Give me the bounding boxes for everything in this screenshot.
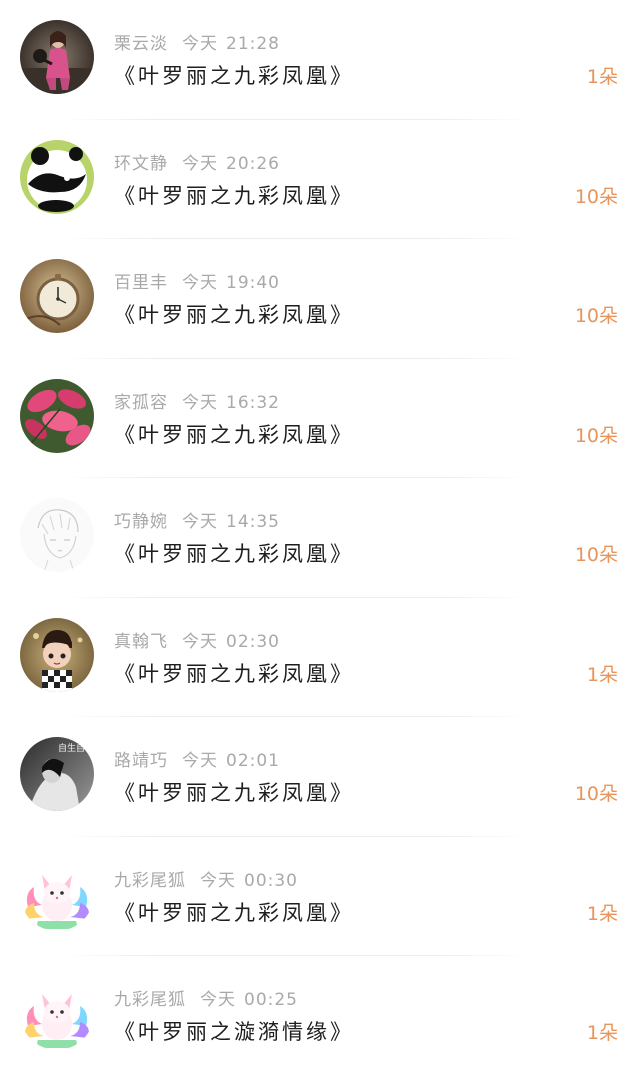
book-title[interactable]: 《叶罗丽之九彩凤凰》: [114, 897, 354, 927]
sender-name[interactable]: 真翰飞: [114, 632, 168, 652]
time-label: 02:30: [226, 631, 280, 652]
date-label: 今天: [182, 751, 218, 771]
item-meta: 九彩尾狐 今天 00:30: [114, 866, 298, 891]
sender-name[interactable]: 家孤容: [114, 393, 168, 413]
flower-count: 1朵: [586, 902, 618, 925]
item-meta: 巧静婉 今天 14:35: [114, 507, 280, 532]
list-item[interactable]: 环文静 今天 20:26 《叶罗丽之九彩凤凰》 10朵: [0, 120, 640, 239]
book-title[interactable]: 《叶罗丽之九彩凤凰》: [114, 658, 354, 688]
sender-name[interactable]: 九彩尾狐: [114, 990, 186, 1010]
book-title[interactable]: 《叶罗丽之漩漪情缘》: [114, 1016, 354, 1046]
rainbow-fox-avatar[interactable]: [20, 976, 94, 1050]
list-item[interactable]: 九彩尾狐 今天 00:30 《叶罗丽之九彩凤凰》 1朵: [0, 837, 640, 956]
flower-count: 1朵: [586, 1022, 618, 1044]
list-item[interactable]: 真翰飞 今天 02:30 《叶罗丽之九彩凤凰》 1朵: [0, 598, 640, 717]
time-label: 20:26: [226, 153, 280, 174]
panda-avatar[interactable]: [20, 139, 94, 214]
item-meta: 百里丰 今天 19:40: [114, 268, 280, 293]
flower-count: 1朵: [586, 663, 618, 686]
date-label: 今天: [182, 34, 218, 54]
time-label: 02:01: [226, 751, 280, 771]
sender-name[interactable]: 九彩尾狐: [114, 871, 186, 891]
flower-count: 10朵: [574, 185, 618, 208]
item-meta: 真翰飞 今天 02:30: [114, 627, 280, 652]
sketch-boy-avatar[interactable]: [20, 498, 94, 572]
rainbow-fox-avatar[interactable]: [20, 856, 94, 931]
time-label: 19:40: [226, 273, 280, 293]
cartoon-boy-avatar[interactable]: [20, 617, 94, 692]
avatar-caption: 自生自: [58, 742, 85, 754]
list-item[interactable]: 栗云淡 今天 21:28 《叶罗丽之九彩凤凰》 1朵: [0, 0, 640, 120]
flower-count: 10朵: [574, 783, 618, 805]
book-title[interactable]: 《叶罗丽之九彩凤凰》: [114, 419, 354, 449]
flower-count: 10朵: [574, 424, 618, 447]
list-item[interactable]: 百里丰 今天 19:40 《叶罗丽之九彩凤凰》 10朵: [0, 239, 640, 359]
item-meta: 九彩尾狐 今天 00:25: [114, 985, 298, 1010]
sender-name[interactable]: 栗云淡: [114, 34, 168, 54]
book-title[interactable]: 《叶罗丽之九彩凤凰》: [114, 299, 354, 329]
date-label: 今天: [182, 631, 218, 652]
time-label: 16:32: [226, 392, 280, 413]
sender-name[interactable]: 巧静婉: [114, 512, 168, 532]
flower-count: 10朵: [574, 305, 618, 327]
date-label: 今天: [182, 392, 218, 413]
book-title[interactable]: 《叶罗丽之九彩凤凰》: [114, 60, 354, 90]
bw-photo-avatar[interactable]: 自生自: [20, 737, 94, 811]
time-label: 00:30: [244, 870, 298, 891]
item-meta: 家孤容 今天 16:32: [114, 388, 280, 413]
item-meta: 路靖巧 今天 02:01: [114, 746, 280, 771]
date-label: 今天: [200, 870, 236, 891]
time-label: 21:28: [226, 34, 280, 54]
list-item[interactable]: 家孤容 今天 16:32 《叶罗丽之九彩凤凰》 10朵: [0, 359, 640, 478]
list-item[interactable]: 九彩尾狐 今天 00:25 《叶罗丽之漩漪情缘》 1朵: [0, 956, 640, 1069]
date-label: 今天: [182, 273, 218, 293]
pink-leaves-avatar[interactable]: [20, 378, 94, 453]
sender-name[interactable]: 百里丰: [114, 273, 168, 293]
sender-name[interactable]: 路靖巧: [114, 751, 168, 771]
flower-count: 10朵: [574, 544, 618, 566]
flower-gift-list: 栗云淡 今天 21:28 《叶罗丽之九彩凤凰》 1朵 环文静 今天 20:26 《叶罗丽…: [0, 0, 640, 1069]
book-title[interactable]: 《叶罗丽之九彩凤凰》: [114, 777, 354, 807]
list-item[interactable]: 巧静婉 今天 14:35 《叶罗丽之九彩凤凰》 10朵: [0, 478, 640, 598]
book-title[interactable]: 《叶罗丽之九彩凤凰》: [114, 180, 354, 210]
date-label: 今天: [200, 990, 236, 1010]
book-title[interactable]: 《叶罗丽之九彩凤凰》: [114, 538, 354, 568]
list-item[interactable]: 自生自 路靖巧 今天 02:01 《叶罗丽之九彩凤凰》 10朵: [0, 717, 640, 837]
time-label: 00:25: [244, 990, 298, 1010]
date-label: 今天: [182, 153, 218, 174]
girl-portrait-avatar[interactable]: [20, 20, 94, 94]
flower-count: 1朵: [586, 66, 618, 88]
pocket-watch-avatar[interactable]: [20, 259, 94, 333]
item-meta: 环文静 今天 20:26: [114, 149, 280, 174]
item-meta: 栗云淡 今天 21:28: [114, 29, 280, 54]
sender-name[interactable]: 环文静: [114, 154, 168, 174]
time-label: 14:35: [226, 512, 280, 532]
date-label: 今天: [182, 512, 218, 532]
